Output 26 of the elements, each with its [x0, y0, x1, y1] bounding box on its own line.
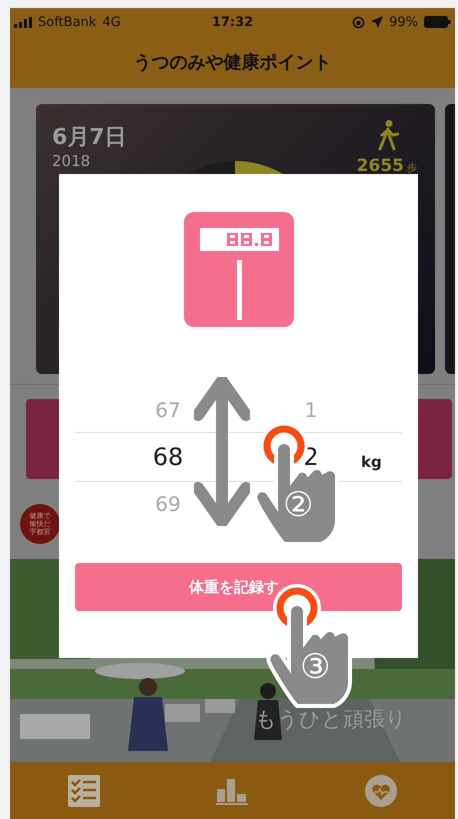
scale-icon	[184, 212, 294, 327]
weight-whole-value[interactable]: 69	[155, 492, 181, 516]
network-type: 4G	[102, 14, 121, 30]
walking-person-icon	[377, 120, 399, 150]
signal-icon	[14, 16, 32, 28]
year-label: 2018	[52, 152, 92, 170]
clock: 17:32	[212, 14, 254, 30]
weight-whole-value[interactable]: 67	[155, 398, 181, 422]
weight-decimal-value: 1	[304, 398, 318, 422]
up-down-arrow-icon	[194, 377, 250, 526]
record-weight-button[interactable]: 体重を記録す	[75, 563, 402, 611]
step-count: 2655	[356, 156, 404, 176]
bar-chart-icon[interactable]	[216, 776, 248, 804]
location-icon	[371, 16, 384, 28]
weight-whole-value[interactable]: 68	[152, 443, 184, 471]
step-number: ③	[300, 650, 330, 684]
battery-percent: 99%	[389, 14, 418, 30]
carrier-name: SoftBank	[38, 14, 96, 30]
date-label: 6月7日	[52, 124, 127, 152]
step-number: ②	[283, 488, 314, 522]
step-unit: 歩	[407, 162, 417, 175]
rotation-lock-icon	[352, 16, 366, 28]
app-title: うつのみや健康ポイント	[134, 51, 332, 74]
battery-icon	[424, 16, 452, 28]
checklist-icon[interactable]	[68, 774, 100, 806]
unit-label: kg	[361, 453, 382, 471]
